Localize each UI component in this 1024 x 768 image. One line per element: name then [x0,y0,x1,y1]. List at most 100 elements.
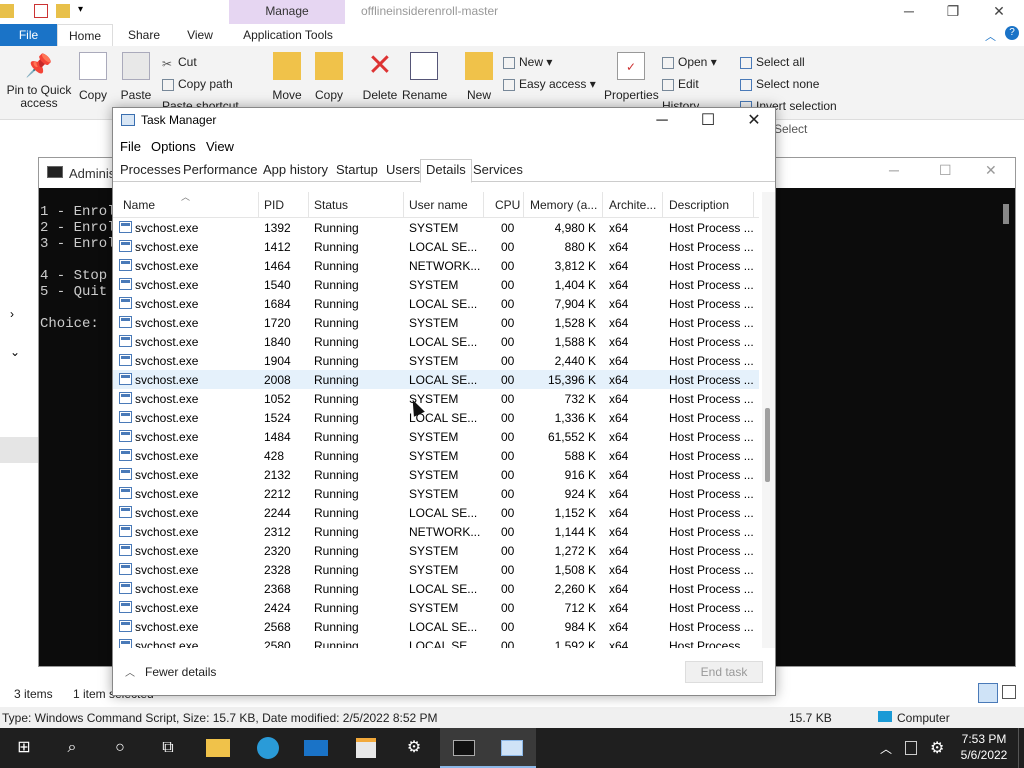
task-view-icon[interactable]: ⧉ [144,728,192,768]
col-status[interactable]: Status [314,198,348,212]
table-row[interactable]: svchost.exe 2568 Running LOCAL SE... 00 984 K… [113,617,759,636]
table-row[interactable]: svchost.exe 2212 Running SYSTEM 00 924 K x64 Ho… [113,484,759,503]
tm-minimize-button[interactable]: ─ [639,108,685,136]
cmd-minimize-button[interactable]: ─ [889,162,899,178]
table-row[interactable]: svchost.exe 2368 Running LOCAL SE... 00 2,260… [113,579,759,598]
table-row[interactable]: svchost.exe 1412 Running LOCAL SE... 00 880 K… [113,237,759,256]
tab-file[interactable]: File [0,24,57,46]
col-memory[interactable]: Memory (a... [530,198,597,212]
network-icon[interactable] [905,741,917,755]
nav-expand-icon[interactable]: › [10,307,14,321]
nav-collapse-icon[interactable]: ⌄ [10,345,20,359]
delete-button[interactable]: ✕ Delete [360,51,400,103]
grid-scrollbar-thumb[interactable] [765,408,770,482]
table-row[interactable]: svchost.exe 1720 Running SYSTEM 00 1,528 K x64… [113,313,759,332]
show-desktop-button[interactable] [1018,728,1024,768]
cortana-icon[interactable]: ○ [96,728,144,768]
pin-quick-access-button[interactable]: 📌 Pin to Quick access [4,52,74,110]
settings-icon[interactable]: ⚙ [390,728,438,768]
store-icon[interactable] [342,728,390,768]
easy-access-button[interactable]: Easy access ▾ [503,77,596,91]
tab-share[interactable]: Share [122,24,166,46]
ribbon-collapse-icon[interactable]: ︿ [985,28,996,44]
table-row[interactable]: svchost.exe 2312 Running NETWORK... 00 1,144 … [113,522,759,541]
end-task-button[interactable]: End task [685,661,763,683]
table-row[interactable]: svchost.exe 1840 Running LOCAL SE... 00 1,588… [113,332,759,351]
manage-tab[interactable]: Manage [229,0,345,24]
quick-access-dropdown-icon[interactable]: ▾ [78,4,83,15]
table-row[interactable]: svchost.exe 1392 Running SYSTEM 00 4,980 K x64… [113,218,759,237]
file-explorer-icon[interactable] [194,728,242,768]
rename-button[interactable]: Rename [402,52,447,102]
explorer-minimize-button[interactable]: ─ [886,0,932,24]
column-divider[interactable] [308,192,309,218]
edge-icon[interactable] [244,728,292,768]
start-icon[interactable]: ⊞ [0,728,48,768]
tab-startup[interactable]: Startup [336,162,378,177]
table-row[interactable]: svchost.exe 1484 Running SYSTEM 00 61,552 K x6… [113,427,759,446]
search-icon[interactable]: ⌕ [48,728,96,768]
task-manager-taskbar-icon[interactable] [488,728,536,768]
col-user-name[interactable]: User name [409,198,468,212]
nav-selected-item[interactable] [0,437,40,463]
col-pid[interactable]: PID [264,198,284,212]
column-divider[interactable] [662,192,663,218]
col-cpu[interactable]: CPU [495,198,520,212]
new-item-button[interactable]: New ▾ [503,55,552,69]
copy-path-button[interactable]: Copy path [162,77,233,91]
tab-services[interactable]: Services [473,162,523,177]
column-divider[interactable] [483,192,484,218]
properties-quick-icon[interactable] [34,4,48,18]
folder-icon[interactable] [0,4,14,18]
table-row[interactable]: svchost.exe 1684 Running LOCAL SE... 00 7,904… [113,294,759,313]
tm-maximize-button[interactable]: ☐ [685,108,731,136]
new-folder-quick-icon[interactable] [56,4,70,18]
open-button[interactable]: Open ▾ [662,55,717,69]
cmd-scrollbar-thumb[interactable] [1003,204,1009,224]
copy-to-button[interactable]: Copy [312,52,346,102]
table-row[interactable]: svchost.exe 428 Running SYSTEM 00 588 K x64 Hos… [113,446,759,465]
tab-performance[interactable]: Performance [183,162,257,177]
table-row[interactable]: svchost.exe 2244 Running LOCAL SE... 00 1,152… [113,503,759,522]
table-row[interactable]: svchost.exe 2424 Running SYSTEM 00 712 K x64 Ho… [113,598,759,617]
table-row[interactable]: svchost.exe 1524 Running LOCAL SE... 00 1,336… [113,408,759,427]
mail-icon[interactable] [292,728,340,768]
tab-app-history[interactable]: App history [263,162,328,177]
column-divider[interactable] [523,192,524,218]
table-row[interactable]: svchost.exe 1052 Running SYSTEM 00 732 Kx64 Ho… [113,389,759,408]
help-icon[interactable]: ? [1005,26,1019,40]
column-divider[interactable] [602,192,603,218]
show-hidden-icons-icon[interactable]: ︿ [880,740,892,757]
select-none-button[interactable]: Select none [740,77,819,91]
table-row[interactable]: svchost.exe 1464 Running NETWORK... 00 3,812 … [113,256,759,275]
tab-details[interactable]: Details [420,159,472,183]
table-row[interactable]: svchost.exe 2132 Running SYSTEM 00 916 K x64 Ho… [113,465,759,484]
column-divider[interactable] [753,192,754,218]
move-to-button[interactable]: Move [270,52,304,102]
paste-button[interactable]: Paste [118,52,154,102]
explorer-close-button[interactable]: ✕ [976,0,1022,24]
col-description[interactable]: Description [669,198,729,212]
large-icons-view-icon[interactable] [1002,685,1016,699]
edit-button[interactable]: Edit [662,77,699,91]
col-name[interactable]: Name [123,198,155,212]
fewer-details-button[interactable]: ︿ Fewer details [125,664,216,679]
tab-users[interactable]: Users [386,162,420,177]
paste-shortcut-button[interactable]: Paste shortcut [162,99,239,107]
menu-view[interactable]: View [206,139,234,154]
cut-button[interactable]: ✂ Cut [162,55,197,71]
cmd-taskbar-icon[interactable] [440,728,488,768]
column-divider[interactable] [403,192,404,218]
table-row[interactable]: svchost.exe 1904 Running SYSTEM 00 2,440 K x64… [113,351,759,370]
clock[interactable]: 7:53 PM 5/6/2022 [954,731,1014,763]
col-architecture[interactable]: Archite... [609,198,656,212]
table-row[interactable]: svchost.exe 2580 Running LOCAL SE... 00 1,592… [113,636,759,648]
explorer-maximize-button[interactable]: ❐ [930,0,976,24]
table-row[interactable]: svchost.exe 2320 Running SYSTEM 00 1,272 K x64… [113,541,759,560]
cmd-maximize-button[interactable]: ☐ [939,162,952,179]
column-divider[interactable] [258,192,259,218]
menu-file[interactable]: File [120,139,141,154]
table-row[interactable]: svchost.exe 2328 Running SYSTEM 00 1,508 K x64… [113,560,759,579]
tab-processes[interactable]: Processes [120,162,181,177]
properties-button[interactable]: ✓ Properties [604,52,659,102]
